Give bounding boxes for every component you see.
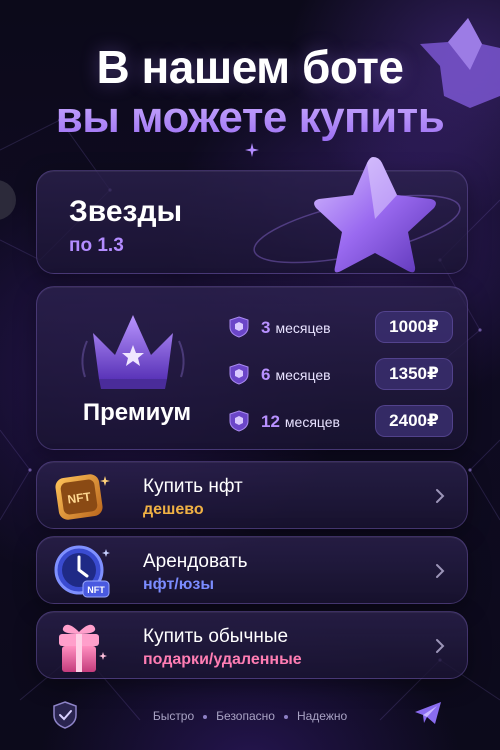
sparkle-icon (245, 143, 259, 157)
menu-item-title: Купить нфт (143, 476, 243, 497)
premium-title: Премиум (82, 399, 192, 426)
headline-line-2: вы можете купить (0, 93, 500, 143)
chevron-right-icon (436, 564, 445, 578)
telegram-plane-icon[interactable] (413, 700, 443, 726)
headline-line-1: В нашем боте (96, 41, 404, 93)
menu-item-rent-nft[interactable]: NFT Арендовать нфт/юзы (36, 536, 468, 604)
premium-plan-12-months[interactable]: 12 месяцев 2400₽ (225, 403, 453, 439)
plan-duration: 3 месяцев (261, 318, 331, 337)
shield-icon (229, 363, 249, 385)
menu-item-subtitle: подарки/удаленные (143, 651, 302, 668)
chevron-right-icon (436, 489, 445, 503)
footer-item: Надежно (296, 709, 348, 723)
menu-item-buy-gifts[interactable]: Купить обычные подарки/удаленные (36, 611, 468, 679)
star-icon (314, 157, 436, 273)
gift-icon (59, 624, 107, 672)
menu-item-buy-nft[interactable]: NFT Купить нфт дешево (36, 461, 468, 529)
footer-item: Безопасно (216, 709, 275, 723)
shield-icon (229, 316, 249, 338)
chevron-right-icon (436, 639, 445, 653)
stars-title: Звезды (69, 195, 183, 228)
premium-card: Премиум 3 месяцев 1000₽ 6 месяцев 1350₽ 12… (36, 286, 468, 450)
menu-item-title: Купить обычные (143, 626, 289, 647)
menu-item-title: Арендовать (143, 551, 248, 572)
menu-item-subtitle: дешево (143, 501, 204, 518)
stars-card[interactable]: Звезды по 1.3 (36, 157, 468, 274)
footer-item: Быстро (152, 709, 195, 723)
premium-plan-3-months[interactable]: 3 месяцев 1000₽ (225, 309, 453, 345)
plan-price-button[interactable]: 1350₽ (375, 358, 453, 390)
nft-badge-icon: NFT (55, 474, 110, 520)
crown-icon (81, 315, 185, 389)
plan-price-button[interactable]: 2400₽ (375, 405, 453, 437)
plan-duration: 6 месяцев (261, 365, 331, 384)
clock-icon: NFT (54, 545, 110, 598)
menu-item-subtitle: нфт/юзы (143, 576, 215, 593)
premium-plan-6-months[interactable]: 6 месяцев 1350₽ (225, 356, 453, 392)
stars-price: по 1.3 (69, 235, 124, 256)
nft-tag-text: NFT (87, 585, 105, 595)
plan-price-button[interactable]: 1000₽ (375, 311, 453, 343)
shield-icon (229, 410, 249, 432)
plan-duration: 12 месяцев (261, 412, 340, 431)
